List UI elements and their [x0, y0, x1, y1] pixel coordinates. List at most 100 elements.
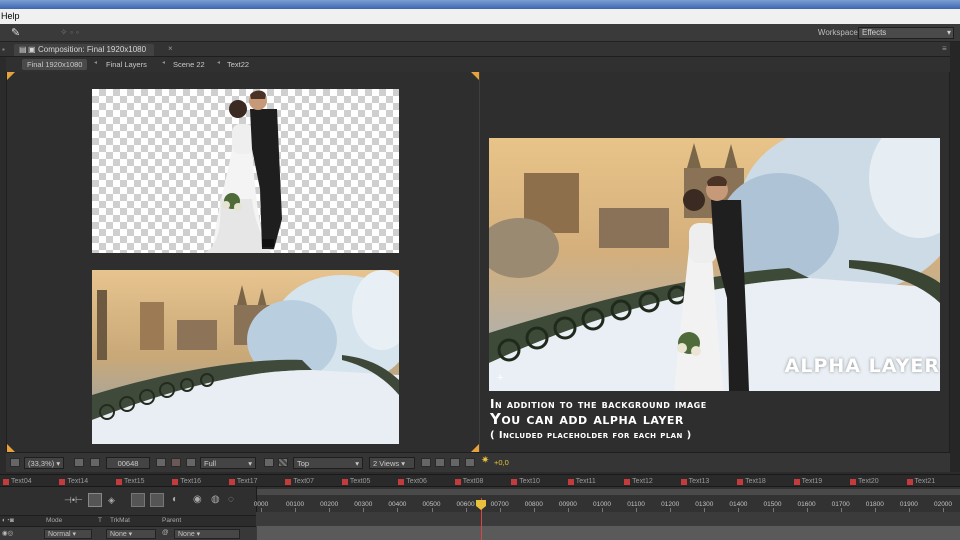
- av-switches-icon: ◐◔◙: [2, 517, 14, 524]
- corner-marker-icon: [7, 444, 15, 452]
- tab-text05[interactable]: Text05: [341, 476, 370, 487]
- color-channel-icon[interactable]: [171, 458, 181, 467]
- zoom-select[interactable]: (33,3%) ▾: [24, 457, 65, 469]
- label-color-icon: [59, 479, 66, 485]
- tools-panel: ✎ ✧ ◦ ◦ Workspace: Effects ▾: [0, 24, 960, 42]
- always-preview-icon[interactable]: [10, 458, 20, 467]
- panel-menu-icon[interactable]: ▤: [19, 44, 27, 56]
- layer-trkmat-select[interactable]: None ▾: [106, 529, 156, 539]
- column-trkmat: TrkMat: [110, 517, 130, 524]
- transparency-icon[interactable]: [186, 458, 196, 467]
- tab-text16[interactable]: Text16: [171, 476, 201, 487]
- checkerboard-icon[interactable]: [278, 458, 288, 467]
- region-icon[interactable]: [264, 458, 274, 467]
- tab-label: Text17: [236, 478, 258, 485]
- fast-preview-icon[interactable]: [435, 458, 445, 467]
- layer-parent-select[interactable]: None ▾: [174, 529, 240, 539]
- breadcrumb-item-text[interactable]: Text22: [222, 59, 254, 70]
- tab-text21[interactable]: Text21: [906, 476, 936, 487]
- auto-keyframe-icon[interactable]: ◌: [228, 494, 234, 505]
- mask-icon[interactable]: [90, 458, 100, 467]
- panel-menu-icon[interactable]: ≡: [942, 44, 947, 53]
- label-color-icon: [115, 479, 122, 485]
- brainstorm-icon[interactable]: ◉: [193, 494, 202, 505]
- tab-text20[interactable]: Text20: [849, 476, 879, 487]
- ruler-tick-label: 00700: [490, 501, 509, 508]
- exposure-value[interactable]: +0,0: [494, 457, 509, 469]
- tool-icons[interactable]: ✧ ◦ ◦: [60, 27, 79, 38]
- table-row[interactable]: ◉◎ Normal ▾ None ▾ @ None ▾: [0, 526, 256, 540]
- chevron-left-icon: ◂: [162, 60, 166, 66]
- label-color-icon: [511, 479, 518, 485]
- corner-marker-icon: [471, 72, 479, 80]
- breadcrumb-item-final[interactable]: Final 1920x1080: [22, 59, 88, 70]
- tab-label: Text12: [632, 478, 653, 485]
- grid-icon[interactable]: [74, 458, 84, 467]
- views-layout-select[interactable]: 2 Views ▾: [369, 457, 415, 469]
- chevron-left-icon: ◂: [94, 60, 98, 66]
- layer-duration-bar[interactable]: [257, 526, 960, 540]
- tab-label: Text18: [745, 478, 766, 485]
- breadcrumb-item-final-layers[interactable]: Final Layers: [101, 59, 152, 70]
- label-color-icon: [680, 479, 687, 485]
- tab-text11[interactable]: Text11: [567, 476, 596, 487]
- pin-icon[interactable]: ✎: [11, 26, 20, 39]
- ruler-tick-label: 01900: [899, 501, 918, 508]
- zoom-slider-icon[interactable]: ⊣•⊢: [64, 495, 83, 506]
- label-color-icon: [793, 479, 800, 485]
- panel-grip-icon[interactable]: ▪: [2, 45, 5, 54]
- caption-line-3: ( Included placeholder for each plan ): [490, 430, 692, 441]
- tab-text07[interactable]: Text07: [284, 476, 314, 487]
- tab-text19[interactable]: Text19: [793, 476, 822, 487]
- tab-label: Text08: [462, 478, 484, 485]
- graph-editor-icon[interactable]: ◍: [211, 494, 220, 505]
- ruler-tick-label: 01100: [627, 501, 645, 508]
- breadcrumb-item-scene[interactable]: Scene 22: [168, 59, 210, 70]
- tab-label: Text21: [914, 478, 936, 485]
- lock-icon[interactable]: ▣: [28, 44, 36, 56]
- tab-text08[interactable]: Text08: [454, 476, 484, 487]
- tab-text17[interactable]: Text17: [228, 476, 258, 487]
- draft-3d-icon[interactable]: ◈: [108, 495, 115, 506]
- corner-marker-icon: [471, 444, 479, 452]
- label-color-icon: [285, 479, 292, 485]
- visibility-icon[interactable]: ◉◎: [2, 529, 13, 537]
- hide-shy-icon[interactable]: [131, 493, 145, 507]
- tab-text18[interactable]: Text18: [736, 476, 766, 487]
- tab-text13[interactable]: Text13: [680, 476, 709, 487]
- alpha-layer-label: ALPHA LAYER: [784, 355, 940, 377]
- tab-composition[interactable]: ▤ ▣ Composition: Final 1920x1080: [14, 44, 155, 56]
- menu-help[interactable]: Help: [1, 11, 20, 21]
- exposure-icon[interactable]: ✷: [481, 455, 489, 467]
- frame-blending-icon[interactable]: [150, 493, 164, 507]
- tab-text04[interactable]: Text04: [2, 476, 32, 487]
- ruler-tick-label: 01700: [831, 501, 850, 508]
- workspace-select[interactable]: Effects ▾: [858, 27, 954, 39]
- timecode-field[interactable]: 00648: [106, 457, 150, 469]
- toggle-view-icon[interactable]: [421, 458, 431, 467]
- flowchart-icon[interactable]: [465, 458, 475, 467]
- ruler-tick-label: 00800: [524, 501, 543, 508]
- timeline-icon[interactable]: [450, 458, 460, 467]
- resolution-select[interactable]: Full ▾: [200, 457, 256, 469]
- label-color-icon: [906, 479, 913, 485]
- work-area-bar[interactable]: [257, 489, 960, 495]
- ruler-tick-label: 00600: [456, 501, 475, 508]
- winter-bridge-image: [92, 270, 399, 444]
- caption-line-1: In addition to the background image: [490, 397, 707, 411]
- tab-text14[interactable]: Text14: [58, 476, 88, 487]
- close-icon[interactable]: ×: [168, 44, 173, 53]
- pick-whip-icon[interactable]: @: [162, 529, 169, 536]
- camera-icon[interactable]: [156, 458, 166, 467]
- layer-mode-select[interactable]: Normal ▾: [44, 529, 92, 539]
- tab-text10[interactable]: Text10: [510, 476, 540, 487]
- comp-mini-flowchart-icon[interactable]: [88, 493, 102, 507]
- couple-cutout-image: [204, 90, 282, 253]
- tab-text15[interactable]: Text15: [115, 476, 145, 487]
- timeline-controls: ⊣•⊢ ◈ ◐ ◉ ◍ ◌: [0, 487, 256, 515]
- tab-text06[interactable]: Text06: [397, 476, 427, 487]
- view-select[interactable]: Top ▾: [293, 457, 363, 469]
- motion-blur-icon[interactable]: ◐: [172, 494, 178, 505]
- tab-composition-label: Composition: Final 1920x1080: [38, 45, 147, 54]
- tab-text12[interactable]: Text12: [623, 476, 653, 487]
